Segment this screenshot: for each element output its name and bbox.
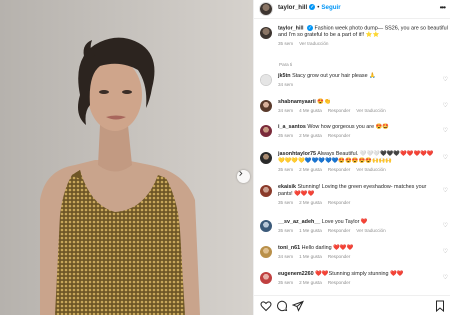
heart-icon[interactable]	[260, 300, 272, 312]
reply-button[interactable]: Responder	[328, 280, 350, 285]
comment: i_a_santos Wow how gorgeous you are 😍🤩 35…	[260, 124, 448, 139]
header-username[interactable]: taylor_hill	[278, 4, 307, 11]
follow-button[interactable]: Seguir	[321, 4, 340, 11]
reply-button[interactable]: Responder	[328, 108, 350, 113]
avatar[interactable]	[260, 27, 272, 39]
share-icon[interactable]	[292, 300, 304, 312]
comment-text: Wow how gorgeous you are 😍🤩	[307, 124, 390, 130]
comment-time: 35 sem	[278, 280, 294, 285]
like-heart-icon[interactable]: ♡	[443, 76, 448, 83]
avatar[interactable]	[260, 125, 272, 137]
comment-username[interactable]: ekaisik	[278, 184, 296, 190]
header-user-line: taylor_hill ✓ • Seguir	[278, 4, 341, 11]
like-heart-icon[interactable]: ♡	[443, 102, 448, 109]
avatar[interactable]	[260, 185, 272, 197]
comment-username[interactable]: jk5tn	[278, 73, 291, 79]
bookmark-icon[interactable]	[434, 300, 446, 312]
comment-likes[interactable]: 4 Me gusta	[299, 108, 322, 113]
more-options-icon[interactable]: •••	[440, 3, 446, 12]
comment: jk5tn Stacy grow out your hair please 🙏 3…	[260, 73, 448, 88]
comment-time: 35 sem	[278, 228, 294, 233]
caption-username[interactable]: taylor_hill	[278, 25, 303, 31]
like-heart-icon[interactable]: ♡	[443, 274, 448, 281]
avatar[interactable]	[260, 246, 272, 258]
comment-username[interactable]: i_a_santos	[278, 124, 306, 130]
action-bar	[254, 295, 450, 316]
comment-time: 34 sem	[278, 108, 294, 113]
comment-likes[interactable]: 2 Me gusta	[299, 167, 322, 172]
post-header: taylor_hill ✓ • Seguir •••	[254, 0, 450, 19]
comment-time: 34 sem	[278, 254, 294, 259]
post-side-panel: taylor_hill ✓ • Seguir ••• taylor_hill ✓ Fa…	[253, 0, 450, 315]
comment: __sv_az_adeh__ Love you Taylor ❤️ 35 sem 1…	[260, 219, 448, 234]
next-photo-button[interactable]	[237, 170, 250, 183]
separator-dot: •	[317, 4, 320, 11]
comment-text: ❤️❤️Stunning simply stunning ❤️❤️	[315, 271, 404, 277]
post-caption: taylor_hill ✓ Fashion week photo dump— S…	[260, 25, 448, 47]
translate-link[interactable]: Ver traducción	[356, 108, 385, 113]
caption-text: Fashion week photo dump— SS26, you are s…	[278, 25, 448, 39]
comment-time: 35 sem	[278, 133, 294, 138]
comment-username[interactable]: eugenem2260	[278, 271, 314, 277]
avatar[interactable]	[260, 272, 272, 284]
photo-illustration	[0, 0, 253, 315]
comment-likes[interactable]: 2 Me gusta	[299, 280, 322, 285]
comment-likes[interactable]: 2 Me gusta	[299, 133, 322, 138]
translate-link[interactable]: Ver traducción	[356, 167, 385, 172]
comment: eugenem2260 ❤️❤️Stunning simply stunning…	[260, 271, 448, 286]
like-heart-icon[interactable]: ♡	[443, 154, 448, 161]
comment-text: Hello darling ❤️❤️❤️	[301, 245, 354, 251]
comment-likes[interactable]: 2 Me gusta	[299, 200, 322, 205]
avatar[interactable]	[260, 220, 272, 232]
comment: toni_n61 Hello darling ❤️❤️❤️ 34 sem 1 Me …	[260, 245, 448, 260]
caption-time: 35 sem	[278, 41, 294, 47]
comment-time: 35 sem	[278, 200, 294, 205]
comment-time: 35 sem	[278, 167, 294, 172]
post-photo	[0, 0, 253, 315]
comment: shabnamyaarii 😍👏 34 sem 4 Me gusta Responde…	[260, 99, 448, 114]
comment-text: Stunning! Loving the green eyeshadow- ma…	[278, 184, 427, 197]
reply-button[interactable]: Responder	[328, 133, 350, 138]
reply-button[interactable]: Responder	[328, 254, 350, 259]
comment-likes[interactable]: 1 Me gusta	[299, 228, 322, 233]
like-heart-icon[interactable]: ♡	[443, 187, 448, 194]
comment-text: Stacy grow out your hair please 🙏	[292, 73, 376, 79]
like-heart-icon[interactable]: ♡	[443, 222, 448, 229]
comment: jasonhtaylor75 Always Beautiful. 🤍🤍🤍🖤🖤🖤❤…	[260, 151, 448, 173]
comment-username[interactable]: shabnamyaarii	[278, 99, 316, 105]
comment-text: Love you Taylor ❤️	[321, 219, 368, 225]
comment-icon[interactable]	[276, 300, 288, 312]
comment-time: 34 sem	[278, 82, 294, 87]
comment-username[interactable]: jasonhtaylor75	[278, 151, 316, 157]
like-heart-icon[interactable]: ♡	[443, 127, 448, 134]
avatar[interactable]	[260, 74, 272, 86]
reply-button[interactable]: Responder	[328, 200, 350, 205]
caption-translate-link[interactable]: Ver traducción	[299, 41, 328, 46]
comment-likes[interactable]: 1 Me gusta	[299, 254, 322, 259]
reply-button[interactable]: Responder	[328, 167, 350, 172]
comment-username[interactable]: toni_n61	[278, 245, 300, 251]
verified-badge-icon: ✓	[306, 25, 313, 31]
like-heart-icon[interactable]: ♡	[443, 248, 448, 255]
section-label[interactable]: Para ti	[279, 62, 292, 67]
translate-link[interactable]: Ver traducción	[356, 228, 385, 233]
avatar[interactable]	[260, 100, 272, 112]
verified-badge-icon: ✓	[309, 4, 316, 11]
comment-text: 😍👏	[317, 99, 331, 105]
avatar[interactable]	[260, 152, 272, 164]
comment-username[interactable]: __sv_az_adeh__	[278, 219, 320, 225]
comment: ekaisik Stunning! Loving the green eyesh…	[260, 184, 448, 206]
reply-button[interactable]: Responder	[328, 228, 350, 233]
avatar[interactable]	[260, 3, 272, 15]
chevron-right-icon	[239, 171, 243, 176]
